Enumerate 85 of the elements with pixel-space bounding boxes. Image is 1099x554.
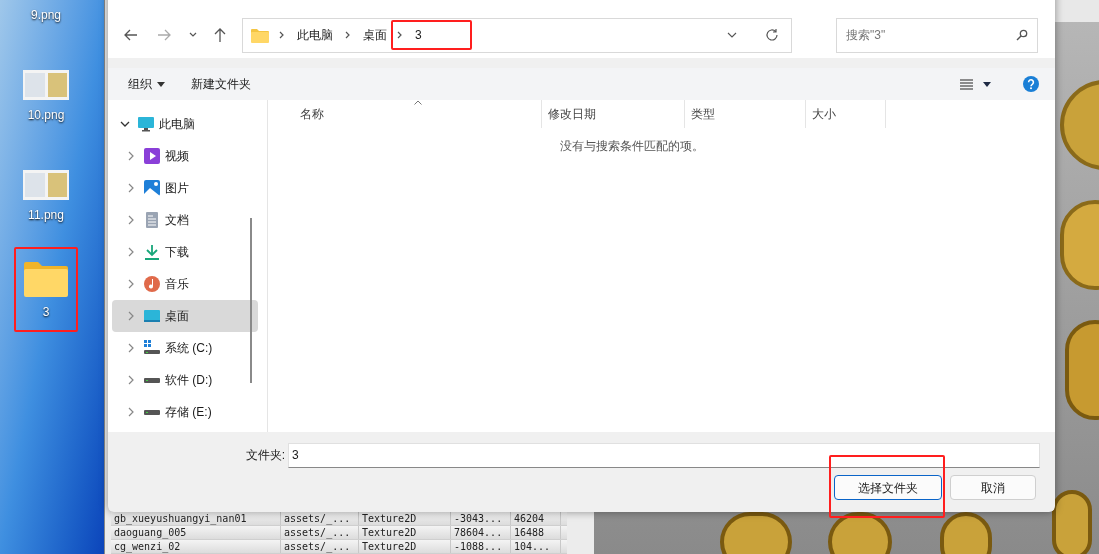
tree-label: 桌面 bbox=[165, 308, 189, 325]
view-list-icon[interactable] bbox=[960, 78, 973, 90]
chevron-right-icon[interactable] bbox=[126, 247, 136, 257]
column-header[interactable]: 类型 bbox=[685, 100, 806, 128]
chevron-right-icon[interactable] bbox=[126, 215, 136, 225]
chevron-down-icon[interactable] bbox=[120, 119, 130, 129]
help-icon[interactable] bbox=[1023, 76, 1039, 92]
chevron-right-icon[interactable] bbox=[126, 375, 136, 385]
desktop-icon bbox=[144, 308, 160, 324]
breadcrumb-item[interactable]: 3 bbox=[413, 26, 424, 44]
address-bar[interactable]: 此电脑 桌面 3 bbox=[242, 17, 792, 53]
chevron-right-icon[interactable] bbox=[397, 31, 403, 39]
image-thumbnail-icon[interactable] bbox=[23, 70, 69, 100]
tree-item[interactable]: 音乐 bbox=[112, 268, 258, 300]
tree-item[interactable]: 软件 (D:) bbox=[112, 364, 258, 396]
tree-item[interactable]: 桌面 bbox=[112, 300, 258, 332]
table-cell: daoguang_005 bbox=[111, 526, 281, 539]
tree-label: 图片 bbox=[165, 180, 189, 197]
tree-label: 此电脑 bbox=[159, 116, 195, 133]
table-cell: 104... bbox=[511, 540, 561, 553]
up-arrow-icon[interactable] bbox=[212, 27, 228, 43]
chevron-right-icon[interactable] bbox=[279, 31, 285, 39]
organize-menu-button[interactable]: 组织 bbox=[120, 71, 173, 97]
confirm-button[interactable]: 选择文件夹 bbox=[834, 475, 942, 500]
tree-item[interactable]: 存储 (E:) bbox=[112, 396, 258, 428]
scrollbar-thumb[interactable] bbox=[250, 218, 252, 383]
chevron-right-icon[interactable] bbox=[126, 279, 136, 289]
refresh-icon[interactable] bbox=[765, 28, 779, 42]
forward-arrow-icon[interactable] bbox=[156, 27, 172, 43]
tree-item[interactable]: 此电脑 bbox=[112, 108, 258, 140]
sort-caret-icon[interactable] bbox=[414, 100, 422, 105]
tree-label: 音乐 bbox=[165, 276, 189, 293]
download-icon bbox=[144, 244, 160, 260]
folder-icon[interactable] bbox=[24, 261, 68, 297]
breadcrumb-item[interactable]: 此电脑 bbox=[295, 26, 335, 44]
picture-icon bbox=[144, 180, 160, 196]
caret-down-icon bbox=[157, 81, 165, 87]
tree-label: 视频 bbox=[165, 148, 189, 165]
tree-label: 存储 (E:) bbox=[165, 404, 212, 421]
tree-label: 下载 bbox=[165, 244, 189, 261]
table-cell: Texture2D bbox=[359, 540, 451, 553]
image-thumbnail-icon[interactable] bbox=[23, 170, 69, 200]
search-icon[interactable] bbox=[1016, 29, 1028, 41]
chevron-right-icon[interactable] bbox=[126, 407, 136, 417]
chevron-right-icon[interactable] bbox=[126, 343, 136, 353]
drive-icon bbox=[144, 377, 160, 383]
tree-item[interactable]: 图片 bbox=[112, 172, 258, 204]
new-folder-button[interactable]: 新建文件夹 bbox=[181, 71, 261, 97]
back-arrow-icon[interactable] bbox=[123, 27, 139, 43]
document-icon bbox=[144, 212, 160, 228]
table-cell: assets/_... bbox=[281, 540, 359, 553]
tree-item[interactable]: 视频 bbox=[112, 140, 258, 172]
search-field[interactable]: 搜索"3" bbox=[836, 17, 1038, 53]
tree-label: 软件 (D:) bbox=[165, 372, 213, 389]
cancel-button[interactable]: 取消 bbox=[950, 475, 1036, 500]
tree-label: 文档 bbox=[165, 212, 189, 229]
tree-item[interactable]: 文档 bbox=[112, 204, 258, 236]
caret-down-icon[interactable] bbox=[983, 81, 991, 87]
table-cell: 78604... bbox=[451, 526, 511, 539]
folder-icon bbox=[251, 27, 269, 43]
drive-icon bbox=[144, 409, 160, 415]
tree-item[interactable]: 系统 (C:) bbox=[112, 332, 258, 364]
folder-label: 文件夹: bbox=[244, 447, 285, 464]
music-note-icon bbox=[144, 276, 160, 292]
chevron-right-icon[interactable] bbox=[345, 31, 351, 39]
table-cell: cg_wenzi_02 bbox=[111, 540, 281, 553]
chevron-down-icon[interactable] bbox=[727, 30, 737, 40]
monitor-icon bbox=[138, 116, 154, 132]
search-placeholder: 搜索"3" bbox=[846, 27, 887, 44]
video-icon bbox=[144, 148, 160, 164]
empty-message: 没有与搜索条件匹配的项。 bbox=[558, 138, 705, 155]
chevron-right-icon[interactable] bbox=[126, 151, 136, 161]
table-cell: Texture2D bbox=[359, 526, 451, 539]
table-cell: 16488 bbox=[511, 526, 561, 539]
drive-icon bbox=[144, 340, 160, 356]
tree-item[interactable]: 下载 bbox=[112, 236, 258, 268]
table-cell: assets/_... bbox=[281, 526, 359, 539]
table-cell: -1088... bbox=[451, 540, 511, 553]
column-header[interactable]: 名称 bbox=[268, 100, 542, 128]
chevron-right-icon[interactable] bbox=[126, 183, 136, 193]
breadcrumb-item[interactable]: 桌面 bbox=[361, 26, 389, 44]
column-header[interactable]: 大小 bbox=[806, 100, 886, 128]
column-header[interactable]: 修改日期 bbox=[542, 100, 685, 128]
chevron-down-icon[interactable] bbox=[189, 31, 197, 39]
tree-label: 系统 (C:) bbox=[165, 340, 213, 357]
